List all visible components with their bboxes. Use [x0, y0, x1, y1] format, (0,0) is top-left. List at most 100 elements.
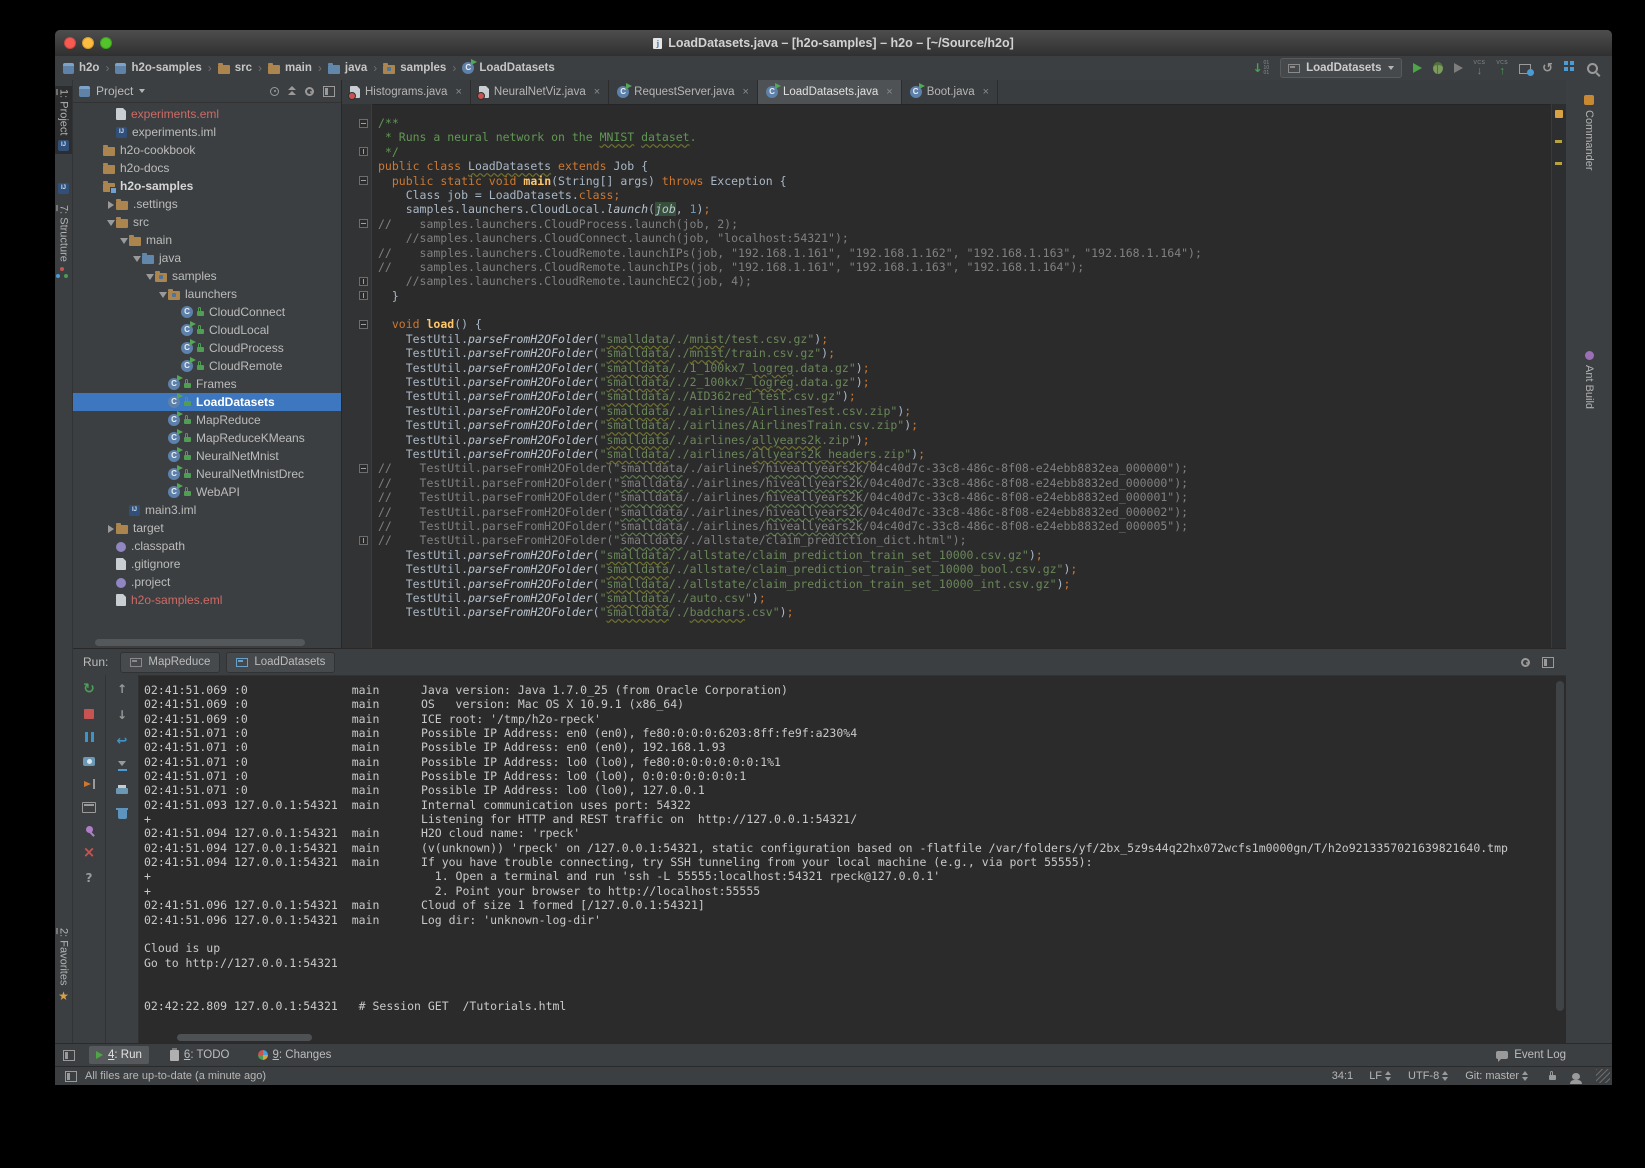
fold-end-icon[interactable]: [359, 291, 368, 300]
tree-row[interactable]: MapReduce: [73, 411, 341, 429]
tree-row[interactable]: Frames: [73, 375, 341, 393]
toolwindow-tab-run[interactable]: 4: Run: [89, 1046, 149, 1064]
tree-row[interactable]: NeuralNetMnistDrec: [73, 465, 341, 483]
caret-position[interactable]: 34:1: [1332, 1070, 1353, 1082]
console-settings-button[interactable]: [82, 802, 96, 813]
project-hscrollbar[interactable]: [95, 639, 305, 646]
tree-row[interactable]: h2o-samples: [73, 177, 341, 195]
tree-row[interactable]: h2o-cookbook: [73, 141, 341, 159]
gear-button[interactable]: [1521, 658, 1530, 667]
console-output[interactable]: 02:41:51.069 :0 main Java version: Java …: [140, 675, 1553, 1030]
warning-tick[interactable]: [1555, 140, 1562, 143]
pin-button[interactable]: [86, 826, 93, 833]
tree-row[interactable]: h2o-docs: [73, 159, 341, 177]
sort-by-usage-icon[interactable]: ↓011001: [1252, 61, 1269, 76]
close-tab-icon[interactable]: ×: [983, 86, 989, 98]
tree-row[interactable]: target: [73, 519, 341, 537]
code-lines[interactable]: /** * Runs a neural network on the MNIST…: [372, 104, 1202, 648]
breadcrumb-item[interactable]: java: [328, 62, 367, 74]
tree-row[interactable]: java: [73, 249, 341, 267]
gear-button[interactable]: [305, 87, 314, 96]
chevron-right-icon[interactable]: [108, 201, 114, 209]
tree-row[interactable]: experiments.eml: [73, 105, 341, 123]
scroll-end-button[interactable]: [118, 761, 127, 771]
title-bar[interactable]: LoadDatasets.java – [h2o-samples] – h2o …: [55, 30, 1612, 57]
project-view-dropdown-icon[interactable]: [139, 89, 145, 93]
encoding-selector[interactable]: UTF-8: [1408, 1070, 1449, 1082]
fold-collapse-icon[interactable]: [359, 119, 368, 128]
collapse-all-button[interactable]: [288, 86, 296, 96]
chevron-down-icon[interactable]: [120, 238, 128, 244]
toolwindow-button-1-project[interactable]: 1: Project: [55, 86, 72, 154]
close-tab-icon[interactable]: ×: [886, 86, 892, 98]
tree-row[interactable]: NeuralNetMnist: [73, 447, 341, 465]
fold-collapse-icon[interactable]: [359, 320, 368, 329]
tree-row[interactable]: h2o-samples.eml: [73, 591, 341, 609]
resize-grip[interactable]: [1596, 1069, 1610, 1083]
close-tab-icon[interactable]: ×: [743, 86, 749, 98]
coverage-button[interactable]: [1454, 63, 1463, 73]
undo-button[interactable]: ↺: [1542, 62, 1553, 75]
code-viewport[interactable]: /** * Runs a neural network on the MNIST…: [342, 104, 1552, 648]
fold-collapse-icon[interactable]: [359, 464, 368, 473]
debug-button[interactable]: [1433, 62, 1443, 74]
breadcrumb-item[interactable]: main: [268, 62, 312, 74]
tree-row[interactable]: .classpath: [73, 537, 341, 555]
tree-row[interactable]: main: [73, 231, 341, 249]
toolwindow-anchor-icon[interactable]: [63, 1050, 75, 1061]
tree-row[interactable]: CloudLocal: [73, 321, 341, 339]
vcs-branch-selector[interactable]: Git: master: [1465, 1070, 1529, 1082]
tree-row[interactable]: launchers: [73, 285, 341, 303]
tree-row[interactable]: .gitignore: [73, 555, 341, 573]
up-stack-button[interactable]: ↑: [117, 683, 127, 696]
line-separator-selector[interactable]: LF: [1369, 1070, 1392, 1082]
editor-tab[interactable]: NeuralNetViz.java×: [471, 80, 609, 104]
toolwindow-button-ant-build[interactable]: Ant Build: [1566, 348, 1612, 412]
tree-row[interactable]: CloudRemote: [73, 357, 341, 375]
chevron-down-icon[interactable]: [107, 220, 115, 226]
toolwindow-button-module[interactable]: [55, 180, 72, 197]
soft-wrap-button[interactable]: ↩: [117, 735, 128, 748]
run-configuration-selector[interactable]: LoadDatasets: [1280, 58, 1401, 78]
editor-tab[interactable]: LoadDatasets.java×: [758, 80, 902, 104]
exit-button[interactable]: [83, 779, 95, 789]
chevron-down-icon[interactable]: [146, 274, 154, 280]
local-history-button[interactable]: [1519, 64, 1531, 74]
tree-row[interactable]: main3.iml: [73, 501, 341, 519]
rerun-button[interactable]: ↻: [83, 683, 95, 696]
tree-row[interactable]: src: [73, 213, 341, 231]
vcs-push-button[interactable]: VCS↑: [1496, 61, 1508, 76]
fold-end-icon[interactable]: [359, 277, 368, 286]
event-log-button[interactable]: Event Log: [1496, 1049, 1566, 1061]
close-tab-icon[interactable]: ×: [455, 86, 461, 98]
stop-button[interactable]: [84, 709, 94, 719]
breadcrumb-item[interactable]: samples: [383, 62, 446, 74]
toolwindow-button-favorites[interactable]: 2: Favorites★: [55, 925, 72, 1006]
chevron-down-icon[interactable]: [159, 292, 167, 298]
close-tab-icon[interactable]: ×: [594, 86, 600, 98]
dock-button[interactable]: [323, 86, 335, 97]
toolwindow-toggle-icon[interactable]: [65, 1071, 77, 1082]
chevron-down-icon[interactable]: [133, 256, 141, 262]
help-button[interactable]: ?: [86, 872, 93, 885]
close-button[interactable]: ×: [83, 846, 96, 859]
dock-button[interactable]: [1542, 657, 1554, 668]
tree-row[interactable]: CloudConnect: [73, 303, 341, 321]
print-button[interactable]: [116, 788, 128, 794]
editor-tab[interactable]: Boot.java×: [902, 80, 998, 104]
tree-row[interactable]: .settings: [73, 195, 341, 213]
fold-end-icon[interactable]: [359, 147, 368, 156]
editor-tab[interactable]: Histograms.java×: [342, 80, 471, 104]
run-button[interactable]: [1413, 63, 1422, 73]
inspection-status-marker[interactable]: [1555, 110, 1563, 118]
tree-row[interactable]: samples: [73, 267, 341, 285]
breadcrumb-item[interactable]: src: [218, 62, 252, 74]
search-button[interactable]: [1587, 63, 1598, 74]
tree-row[interactable]: CloudProcess: [73, 339, 341, 357]
vcs-update-button[interactable]: VCS↓: [1474, 61, 1486, 76]
chevron-right-icon[interactable]: [108, 525, 114, 533]
toolwindow-tab-todo[interactable]: 6: TODO: [163, 1046, 237, 1064]
tree-row[interactable]: LoadDatasets: [73, 393, 341, 411]
down-stack-button[interactable]: ↓: [117, 709, 127, 722]
console-vscrollbar[interactable]: [1556, 681, 1564, 1011]
